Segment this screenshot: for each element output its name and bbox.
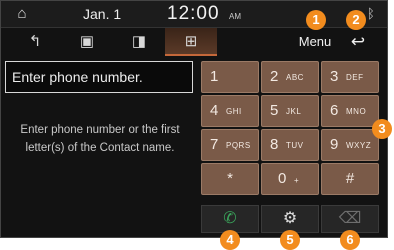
clock-time: 12:00 (167, 3, 220, 24)
menu-button[interactable]: Menu (293, 31, 337, 53)
callout-5: 5 (280, 230, 300, 250)
phone-number-placeholder: Enter phone number. (12, 69, 143, 85)
key-letters: PQRS (226, 141, 251, 150)
gear-icon: ⚙ (282, 210, 298, 227)
back-icon[interactable]: ↩ (343, 31, 373, 53)
clock-ampm: AM (229, 12, 241, 21)
call-history-icon: ↰ (28, 33, 42, 50)
key-digit: 5 (270, 102, 279, 119)
tab-keypad[interactable]: ⊞ (165, 28, 217, 56)
date-label: Jan. 1 (83, 6, 122, 22)
key-letters: WXYZ (346, 141, 372, 150)
key-letters: JKL (286, 107, 302, 116)
keypad-icon: ⊞ (184, 33, 198, 50)
call-button[interactable]: ✆ (201, 205, 259, 233)
callout-3: 3 (372, 119, 392, 139)
key-star[interactable]: * (201, 163, 259, 195)
key-6[interactable]: 6 MNO (321, 95, 379, 127)
key-digit: 4 (210, 102, 219, 119)
key-0[interactable]: 0 + (261, 163, 319, 195)
key-5[interactable]: 5 JKL (261, 95, 319, 127)
callout-4: 4 (220, 230, 240, 250)
contacts-icon: ▣ (79, 33, 95, 50)
phone-keypad-screen: ⌂ Jan. 1 12:00 AM ᛒ ↰ ▣ ◨ ⊞ Menu ↩ Enter… (0, 0, 388, 238)
input-hint: Enter phone number or the first letter(s… (20, 124, 180, 154)
callout-6: 6 (340, 230, 360, 250)
callout-1: 1 (306, 10, 326, 30)
key-digit: 3 (330, 68, 339, 85)
key-letters: DEF (346, 73, 364, 82)
settings-button[interactable]: ⚙ (261, 205, 319, 233)
key-digit: 7 (210, 136, 219, 153)
key-7[interactable]: 7 PQRS (201, 129, 259, 161)
key-letters: + (294, 176, 300, 185)
key-8[interactable]: 8 TUV (261, 129, 319, 161)
key-3[interactable]: 3 DEF (321, 61, 379, 93)
tab-favorites[interactable]: ◨ (113, 28, 165, 56)
callout-2: 2 (346, 10, 366, 30)
status-bar: ⌂ Jan. 1 12:00 AM ᛒ (1, 1, 387, 28)
call-icon: ✆ (223, 210, 237, 227)
key-letters: ABC (286, 73, 304, 82)
delete-button[interactable]: ⌫ (321, 205, 379, 233)
key-digit: 9 (330, 136, 339, 153)
backspace-icon: ⌫ (338, 210, 362, 227)
key-digit: 0 (278, 170, 287, 187)
key-hash[interactable]: # (321, 163, 379, 195)
key-4[interactable]: 4 GHI (201, 95, 259, 127)
home-icon[interactable]: ⌂ (11, 4, 33, 24)
key-digit: 2 (270, 68, 279, 85)
key-letters: MNO (346, 107, 367, 116)
key-digit: 6 (330, 102, 339, 119)
key-1[interactable]: 1 (201, 61, 259, 93)
key-letters: TUV (286, 141, 304, 150)
key-digit: 1 (210, 68, 219, 85)
key-digit: 8 (270, 136, 279, 153)
key-letters: GHI (226, 107, 242, 116)
tab-call-history[interactable]: ↰ (9, 28, 61, 56)
key-digit: * (227, 170, 233, 187)
dial-keypad: 1 2 ABC 3 DEF 4 GHI 5 JKL 6 MNO 7 PQRS 8 (201, 61, 383, 199)
bluetooth-icon: ᛒ (367, 6, 375, 21)
key-2[interactable]: 2 ABC (261, 61, 319, 93)
tab-contacts[interactable]: ▣ (61, 28, 113, 56)
favorites-icon: ◨ (131, 33, 147, 50)
phone-number-input[interactable]: Enter phone number. (5, 61, 193, 93)
key-9[interactable]: 9 WXYZ (321, 129, 379, 161)
key-digit: # (345, 170, 355, 187)
